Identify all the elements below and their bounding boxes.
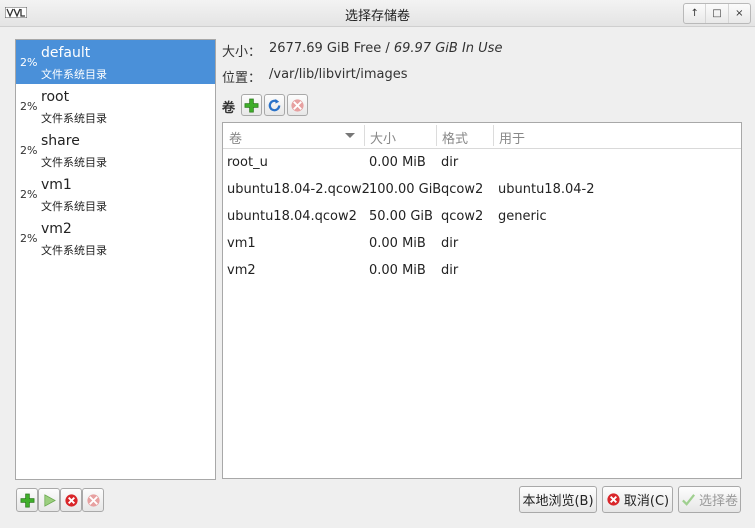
volume-format: dir	[441, 155, 459, 170]
pool-usage: 2%	[20, 232, 38, 245]
pool-item-vm1[interactable]: 2% vm1 文件系统目录	[16, 172, 215, 216]
size-free: 2677.69 GiB Free /	[269, 41, 394, 56]
cancel-icon	[607, 493, 620, 506]
add-icon	[244, 98, 259, 112]
volume-used-by: generic	[498, 209, 547, 224]
pool-usage: 2%	[20, 56, 38, 69]
table-row[interactable]: vm1 0.00 MiB dir	[223, 230, 741, 257]
column-separator	[436, 125, 437, 146]
sort-descending-icon	[345, 133, 355, 138]
pool-usage: 2%	[20, 144, 38, 157]
refresh-volumes-button[interactable]	[264, 94, 285, 116]
pool-usage: 2%	[20, 188, 38, 201]
table-row[interactable]: ubuntu18.04-2.qcow2 100.00 GiB qcow2 ubu…	[223, 176, 741, 203]
pool-name: default	[41, 45, 91, 61]
volume-name: root_u	[227, 155, 268, 170]
storage-pool-list[interactable]: 2% default 文件系统目录 2% root 文件系统目录 2% shar…	[15, 39, 216, 480]
volume-size: 0.00 MiB	[369, 155, 426, 170]
stop-icon	[64, 493, 78, 507]
volume-name: vm1	[227, 236, 256, 251]
volume-used-by: ubuntu18.04-2	[498, 182, 595, 197]
pool-item-vm2[interactable]: 2% vm2 文件系统目录	[16, 216, 215, 260]
volume-size: 50.00 GiB	[369, 209, 433, 224]
location-label: 位置：	[222, 71, 262, 86]
size-label: 大小：	[222, 45, 262, 60]
choose-volume-button[interactable]: 选择卷	[678, 486, 741, 513]
volume-size: 0.00 MiB	[369, 236, 426, 251]
volumes-label: 卷	[222, 101, 236, 116]
column-separator	[493, 125, 494, 146]
size-value: 2677.69 GiB Free / 69.97 GiB In Use	[269, 41, 502, 56]
pool-item-share[interactable]: 2% share 文件系统目录	[16, 128, 215, 172]
play-icon	[43, 493, 56, 507]
cancel-button[interactable]: 取消(C)	[602, 486, 673, 513]
volume-size: 0.00 MiB	[369, 263, 426, 278]
column-header-used-by[interactable]: 用于	[499, 128, 525, 147]
column-header-size[interactable]: 大小	[370, 128, 396, 147]
pool-description: 文件系统目录	[41, 244, 107, 257]
pool-description: 文件系统目录	[41, 156, 107, 169]
volume-table[interactable]: 卷 大小 格式 用于 root_u 0.00 MiB dir ubuntu18.…	[222, 122, 742, 479]
table-row[interactable]: ubuntu18.04.qcow2 50.00 GiB qcow2 generi…	[223, 203, 741, 230]
volume-name: vm2	[227, 263, 256, 278]
table-row[interactable]: root_u 0.00 MiB dir	[223, 149, 741, 176]
add-icon	[20, 493, 34, 507]
delete-icon	[291, 98, 304, 112]
volume-format: dir	[441, 236, 459, 251]
window-controls: ↑ □ ×	[683, 3, 751, 24]
window-title: 选择存储卷	[344, 9, 410, 24]
pool-description: 文件系统目录	[41, 68, 107, 81]
delete-pool-button[interactable]	[82, 488, 104, 512]
pool-name: share	[41, 133, 80, 149]
column-header-volume[interactable]: 卷	[229, 128, 242, 147]
choose-volume-label: 选择卷	[698, 494, 738, 509]
pool-name: vm2	[41, 221, 72, 237]
close-button[interactable]: ×	[727, 4, 750, 23]
stop-pool-button[interactable]	[60, 488, 82, 512]
maximize-button[interactable]: □	[705, 4, 727, 23]
cancel-label: 取消(C)	[623, 494, 670, 509]
delete-icon	[86, 493, 100, 507]
pool-name: root	[41, 89, 70, 105]
location-value: /var/lib/libvirt/images	[269, 67, 408, 82]
pool-item-root[interactable]: 2% root 文件系统目录	[16, 84, 215, 128]
size-in-use: 69.97 GiB In Use	[393, 41, 503, 56]
delete-volume-button[interactable]	[287, 94, 308, 116]
title-bar: 选择存储卷 ↑ □ ×	[0, 0, 755, 27]
volume-size: 100.00 GiB	[369, 182, 442, 197]
add-pool-button[interactable]	[16, 488, 38, 512]
volume-name: ubuntu18.04-2.qcow2	[227, 182, 370, 197]
pool-usage: 2%	[20, 100, 38, 113]
column-header-format[interactable]: 格式	[442, 128, 468, 147]
volume-format: qcow2	[441, 182, 484, 197]
table-row[interactable]: vm2 0.00 MiB dir	[223, 257, 741, 284]
refresh-icon	[268, 98, 281, 111]
column-separator	[364, 125, 365, 146]
checkmark-icon	[682, 494, 695, 506]
volume-table-header: 卷 大小 格式 用于	[223, 123, 741, 149]
pool-description: 文件系统目录	[41, 200, 107, 213]
start-pool-button[interactable]	[38, 488, 60, 512]
pool-name: vm1	[41, 177, 72, 193]
pool-item-default[interactable]: 2% default 文件系统目录	[16, 40, 215, 84]
add-volume-button[interactable]	[241, 94, 262, 116]
volume-name: ubuntu18.04.qcow2	[227, 209, 357, 224]
volume-format: dir	[441, 263, 459, 278]
pool-description: 文件系统目录	[41, 112, 107, 125]
browse-local-button[interactable]: 本地浏览(B)	[519, 486, 597, 513]
keep-above-button[interactable]: ↑	[684, 4, 705, 23]
volume-format: qcow2	[441, 209, 484, 224]
